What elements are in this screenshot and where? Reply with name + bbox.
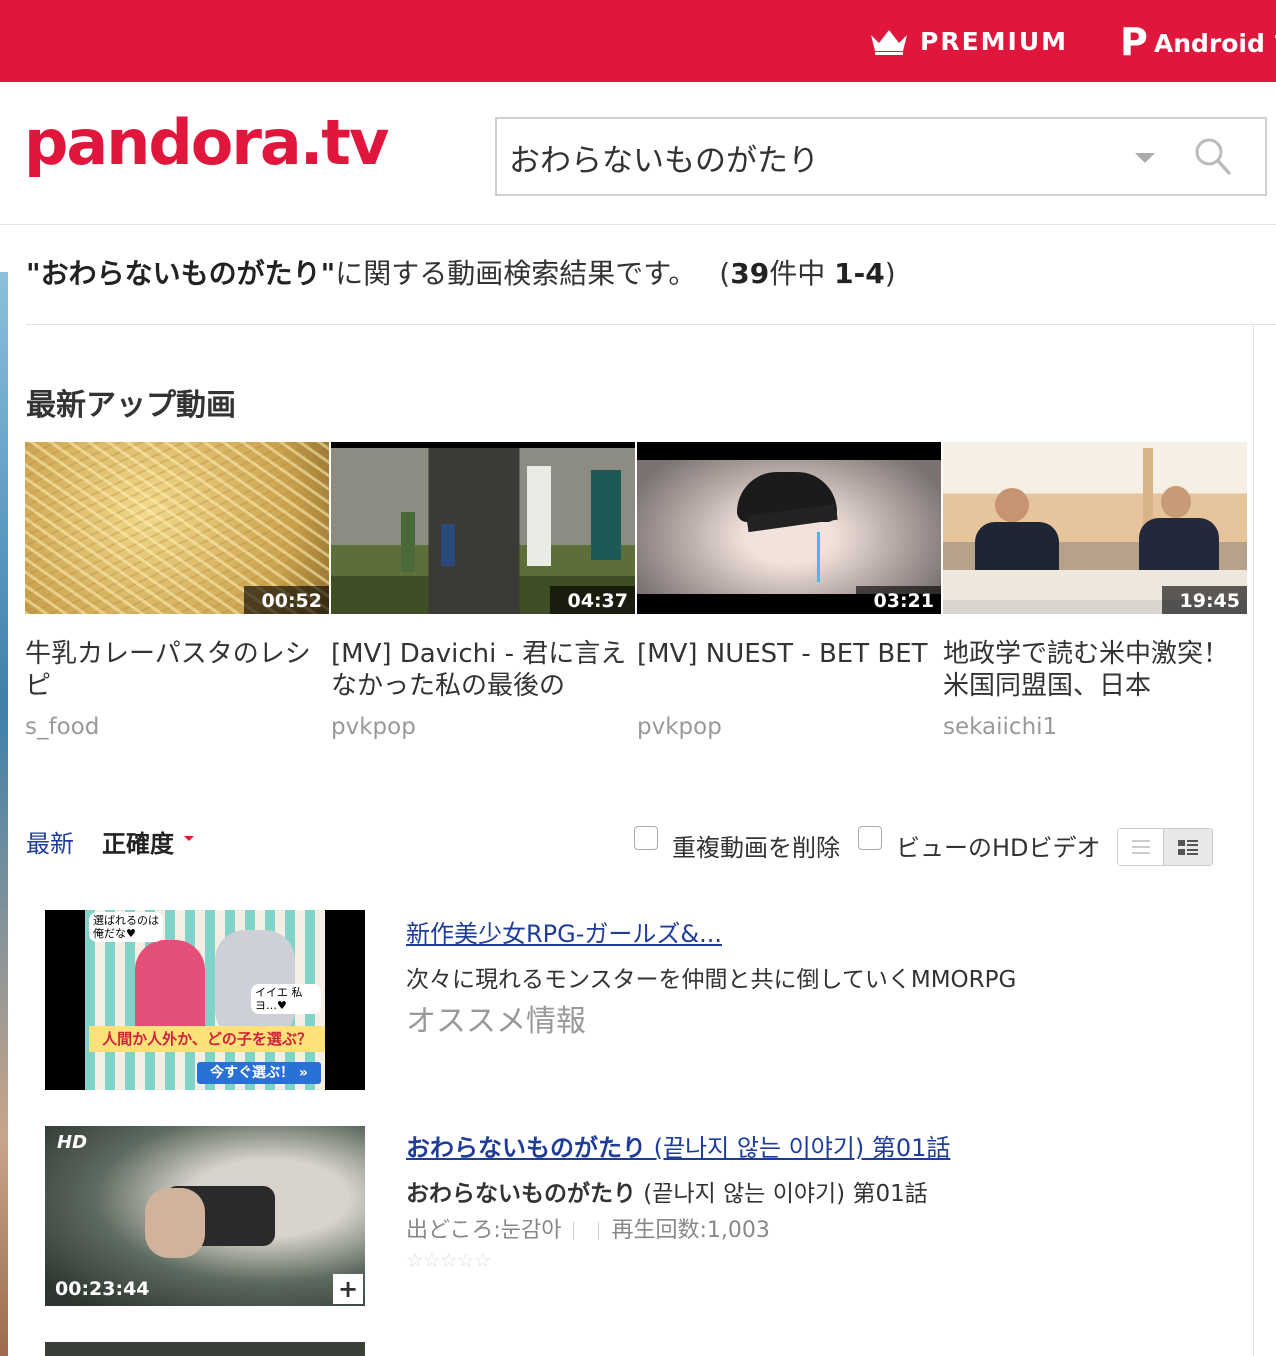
video-duration: 04:37 (549, 586, 635, 614)
header: pandora.tv (0, 82, 1276, 225)
earring-shape (817, 532, 820, 582)
pandora-logo[interactable]: pandora.tv (24, 106, 389, 179)
video-source[interactable]: 出どころ:눈감아 (406, 1218, 561, 1243)
result-total-unit: 件中 (769, 257, 826, 290)
premium-link[interactable]: PREMIUM (868, 24, 1068, 58)
left-side-image-strip (0, 272, 8, 1356)
video-thumbnail[interactable]: HD 00:23:44 + (45, 1126, 365, 1306)
ad-speech-bubble: 選ばれるのは俺だな♥ (89, 912, 163, 942)
video-duration: 00:52 (243, 586, 329, 614)
add-to-playlist-button[interactable]: + (333, 1274, 363, 1304)
sort-latest-link[interactable]: 最新 (26, 824, 74, 859)
divider (26, 324, 1276, 325)
sort-accuracy-link[interactable]: 正確度 (102, 824, 174, 859)
result-total: 39 (730, 257, 770, 290)
video-list-item[interactable] (45, 1342, 1235, 1356)
rating-stars: ☆☆☆☆☆ (406, 1248, 492, 1272)
video-desc-bold: おわらないものがたり (406, 1181, 636, 1207)
search-input[interactable] (509, 133, 1109, 181)
ad-info-label: オススメ情報 (406, 1004, 586, 1039)
person-suit-shape (1139, 518, 1219, 578)
hand-shape (145, 1188, 205, 1258)
person-shape (441, 524, 455, 566)
video-list-item[interactable]: HD 00:23:44 + おわらないものがたり (끝나지 않는 이야기) 第0… (45, 1126, 1235, 1306)
dedupe-checkbox[interactable] (634, 826, 658, 850)
ad-cta-button: 今すぐ選ぶ！ » (197, 1062, 321, 1084)
video-desc-rest: (끝나지 않는 이야기) 第01話 (636, 1181, 928, 1207)
video-title[interactable]: [MV] Davichi - 君に言えなかった私の最後の (331, 638, 635, 702)
view-toggle (1117, 828, 1213, 866)
video-meta: 出どころ:눈감아 再生回数:1,003 (406, 1212, 770, 1244)
ad-speech-bubble: イイエ 私ヨ…♥ (251, 984, 321, 1014)
video-title-link[interactable]: おわらないものがたり (끝나지 않는 이야기) 第01話 (406, 1128, 950, 1163)
person-head-shape (995, 488, 1029, 522)
video-channel[interactable]: pvkpop (637, 714, 941, 740)
video-thumbnail[interactable] (45, 1342, 365, 1356)
result-open-paren: ( (719, 257, 731, 290)
person-shape (401, 512, 415, 572)
hd-checkbox[interactable] (858, 826, 882, 850)
list-view-icon (1132, 840, 1150, 854)
ad-thumbnail[interactable]: 選ばれるのは俺だな♥ イイエ 私ヨ…♥ 人間か人外か、どの子を選ぶ？ 今すぐ選ぶ… (45, 910, 365, 1090)
door-shape (591, 470, 621, 560)
curtain-shape (527, 466, 551, 566)
latest-video-card[interactable]: 04:37 [MV] Davichi - 君に言えなかった私の最後の pvkpo… (331, 442, 635, 740)
ad-title-link[interactable]: 新作美少女RPG-ガールズ&... (406, 914, 722, 949)
result-range: 1-4 (834, 257, 885, 290)
ad-list-item[interactable]: 選ばれるのは俺だな♥ イイエ 私ヨ…♥ 人間か人外か、どの子を選ぶ？ 今すぐ選ぶ… (45, 910, 1235, 1090)
search-box (495, 117, 1267, 196)
caret-down-icon (184, 836, 194, 841)
hd-label: ビューのHDビデオ (896, 834, 1101, 862)
ad-description: 次々に現れるモンスターを仲間と共に倒していくMMORPG (406, 967, 1017, 993)
result-summary: "おわらないものがたり"に関する動画検索結果です。 (39件中 1-4) (26, 252, 896, 292)
video-thumbnail[interactable]: 19:45 (943, 442, 1247, 614)
result-query: "おわらないものがたり" (26, 257, 336, 290)
video-title[interactable]: 牛乳カレーパスタのレシピ (25, 638, 329, 702)
video-views: 再生回数:1,003 (611, 1218, 770, 1243)
dedupe-label: 重複動画を削除 (672, 834, 840, 862)
latest-video-card[interactable]: 00:52 牛乳カレーパスタのレシピ s_food (25, 442, 329, 740)
top-bar: PREMIUM P Android で (0, 0, 1276, 82)
video-duration: 03:21 (855, 586, 941, 614)
video-duration: 00:23:44 (55, 1278, 150, 1300)
video-channel[interactable]: s_food (25, 714, 329, 740)
video-thumbnail[interactable]: 03:21 (637, 442, 941, 614)
video-channel[interactable]: pvkpop (331, 714, 635, 740)
latest-video-grid: 00:52 牛乳カレーパスタのレシピ s_food 04:37 [MV] Dav… (25, 442, 1249, 752)
video-title[interactable]: 地政学で読む米中激突！米国同盟国、日本 (943, 638, 1247, 702)
video-title-rest: (끝나지 않는 이야기) 第01話 (646, 1134, 951, 1162)
video-duration: 19:45 (1161, 586, 1247, 614)
search-icon[interactable] (1193, 135, 1233, 177)
pandora-p-icon: P (1120, 20, 1148, 64)
ad-banner: 人間か人外か、どの子を選ぶ？ (89, 1026, 325, 1052)
hd-badge: HD (57, 1132, 88, 1153)
detail-view-button[interactable] (1164, 829, 1212, 865)
meta-separator (598, 1222, 600, 1240)
meta-separator (573, 1222, 575, 1240)
detail-view-icon (1178, 840, 1198, 855)
android-label: Android で (1153, 29, 1276, 58)
video-description: おわらないものがたり (끝나지 않는 이야기) 第01話 (406, 1174, 928, 1208)
video-thumbnail[interactable]: 04:37 (331, 442, 635, 614)
video-channel[interactable]: sekaiichi1 (943, 714, 1247, 740)
crown-icon (871, 30, 907, 55)
result-close-paren: ) (884, 257, 896, 290)
list-view-button[interactable] (1118, 829, 1164, 865)
latest-video-card[interactable]: 03:21 [MV] NUEST - BET BET pvkpop (637, 442, 941, 740)
video-title[interactable]: [MV] NUEST - BET BET (637, 638, 941, 702)
latest-video-card[interactable]: 19:45 地政学で読む米中激突！米国同盟国、日本 sekaiichi1 (943, 442, 1247, 740)
latest-section-title: 最新アップ動画 (26, 388, 236, 423)
result-suffix: に関する動画検索結果です。 (335, 257, 697, 290)
video-title-bold: おわらないものがたり (406, 1134, 646, 1162)
premium-label: PREMIUM (920, 26, 1069, 56)
android-app-link[interactable]: P Android で (1120, 20, 1276, 64)
video-thumbnail[interactable]: 00:52 (25, 442, 329, 614)
person-head-shape (1161, 486, 1191, 518)
search-dropdown-icon[interactable] (1135, 153, 1155, 163)
content-right-border (1253, 324, 1254, 1356)
sort-bar: 最新 正確度 重複動画を削除 ビューのHDビデオ (26, 820, 1216, 870)
